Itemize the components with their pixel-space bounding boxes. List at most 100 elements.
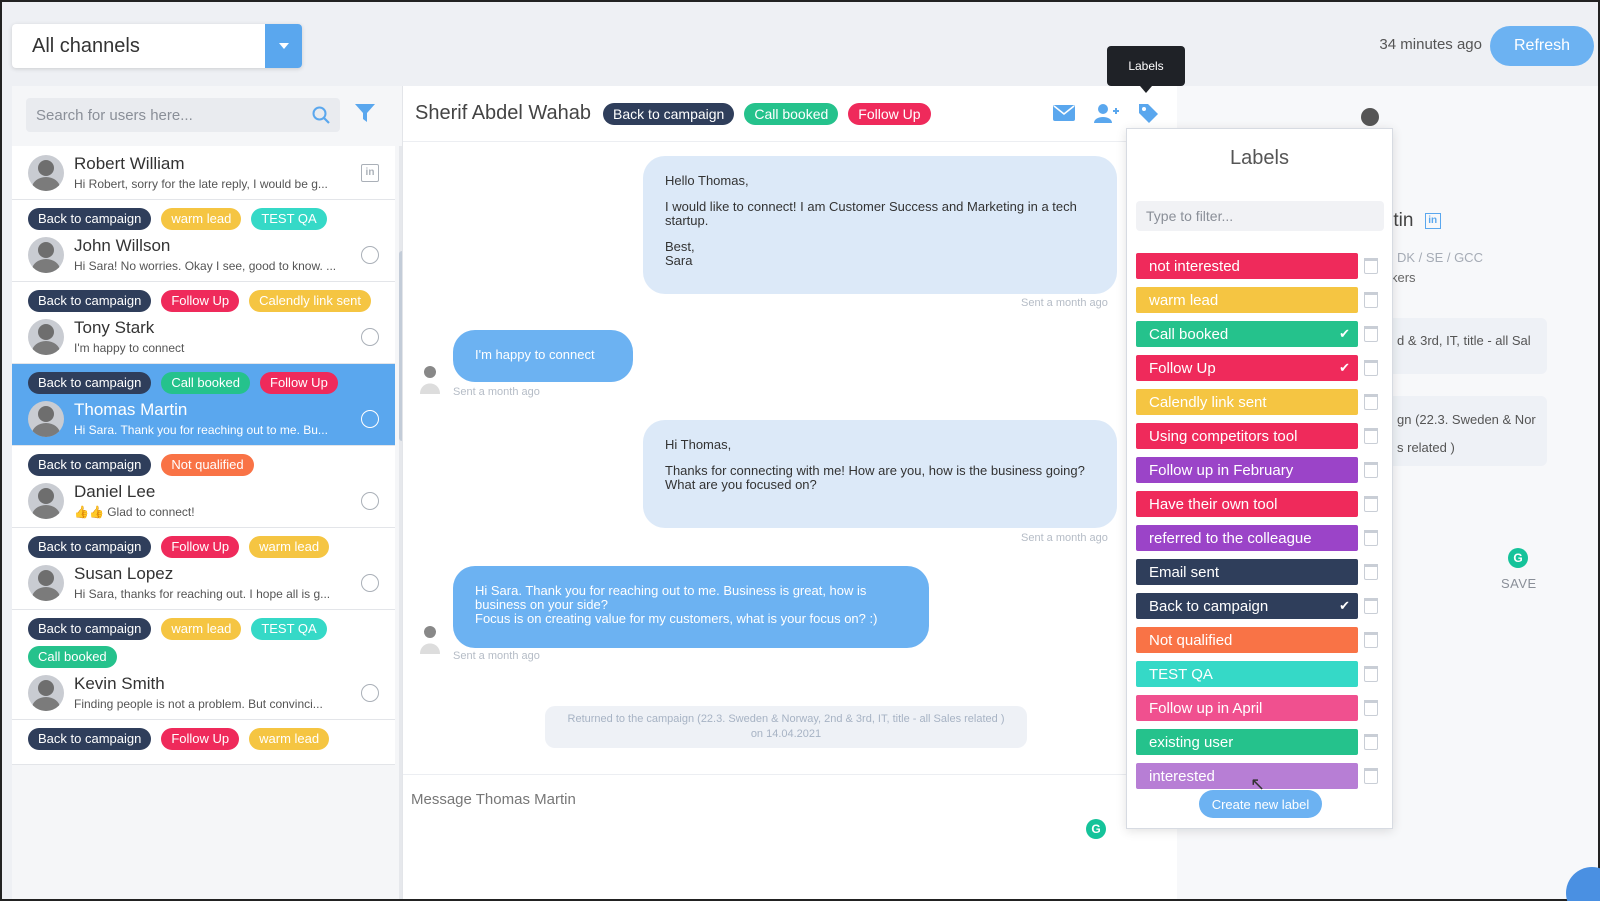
label-pill[interactable]: not interested: [1136, 253, 1358, 279]
label-pill[interactable]: TEST QA: [1136, 661, 1358, 687]
contact-item[interactable]: Back to campaign Follow Up warm lead: [12, 720, 395, 765]
label-name: Calendly link sent: [1149, 393, 1267, 411]
label-option[interactable]: Calendly link sent: [1136, 385, 1386, 419]
compass-icon[interactable]: [361, 327, 379, 346]
mail-icon[interactable]: [1053, 105, 1075, 121]
trash-icon[interactable]: [1364, 428, 1378, 444]
header-tag[interactable]: Back to campaign: [603, 102, 735, 125]
contact-tag: warm lead: [249, 728, 330, 750]
user-search-input[interactable]: [36, 106, 312, 124]
label-option[interactable]: not interested: [1136, 249, 1386, 283]
compass-icon[interactable]: [361, 409, 379, 428]
label-pill[interactable]: interested: [1136, 763, 1358, 789]
channel-select[interactable]: All channels: [12, 24, 302, 68]
tag-icon[interactable]: [1137, 102, 1159, 124]
save-button[interactable]: SAVE: [1501, 576, 1537, 591]
trash-icon[interactable]: [1364, 462, 1378, 478]
avatar: [28, 674, 64, 711]
label-list: not interested warm lead Call booked ✔ Follo…: [1136, 249, 1386, 793]
label-pill[interactable]: Not qualified: [1136, 627, 1358, 653]
label-option[interactable]: Follow up in April: [1136, 691, 1386, 725]
message-timestamp: Sent a month ago: [1021, 532, 1108, 544]
trash-icon[interactable]: [1364, 496, 1378, 512]
linkedin-icon[interactable]: in: [1424, 212, 1441, 229]
label-option[interactable]: Follow up in February: [1136, 453, 1386, 487]
user-search[interactable]: [26, 98, 340, 132]
trash-icon[interactable]: [1364, 700, 1378, 716]
contact-item[interactable]: Back to campaign warm lead TEST QA Call boo…: [12, 610, 395, 720]
refresh-button[interactable]: Refresh: [1490, 26, 1594, 66]
chat-widget-button[interactable]: [1566, 867, 1600, 901]
label-option[interactable]: Call booked ✔: [1136, 317, 1386, 351]
header-tag[interactable]: Call booked: [744, 102, 839, 125]
contact-tags: Back to campaign warm lead TEST QA Call boo…: [28, 618, 379, 668]
search-icon[interactable]: [312, 106, 330, 124]
contact-item[interactable]: Back to campaign Call booked Follow Up Thom…: [12, 364, 395, 446]
compass-icon[interactable]: [361, 491, 379, 510]
message-text: Hello Thomas,: [665, 173, 749, 188]
header-tag[interactable]: Follow Up: [848, 102, 931, 125]
channel-dropdown-button[interactable]: [265, 24, 302, 68]
contact-tag: Calendly link sent: [249, 290, 372, 312]
trash-icon[interactable]: [1364, 632, 1378, 648]
label-pill[interactable]: Email sent: [1136, 559, 1358, 585]
contact-item[interactable]: Back to campaign Not qualified Daniel Lee 👍…: [12, 446, 395, 528]
contact-name[interactable]: Sherif Abdel Wahab: [415, 102, 591, 125]
message-input[interactable]: [403, 775, 1177, 899]
label-option[interactable]: TEST QA: [1136, 657, 1386, 691]
label-option[interactable]: warm lead: [1136, 283, 1386, 317]
trash-icon[interactable]: [1364, 258, 1378, 274]
trash-icon[interactable]: [1364, 768, 1378, 784]
label-pill[interactable]: existing user: [1136, 729, 1358, 755]
label-option[interactable]: Have their own tool: [1136, 487, 1386, 521]
label-pill[interactable]: referred to the colleague: [1136, 525, 1358, 551]
label-option[interactable]: Follow Up ✔: [1136, 351, 1386, 385]
label-pill[interactable]: Using competitors tool: [1136, 423, 1358, 449]
compass-icon[interactable]: [361, 573, 379, 592]
label-option[interactable]: Not qualified: [1136, 623, 1386, 657]
contact-item[interactable]: Back to campaign Follow Up Calendly link s…: [12, 282, 395, 364]
contact-item[interactable]: Back to campaign Follow Up warm lead Susan …: [12, 528, 395, 610]
label-pill[interactable]: warm lead: [1136, 287, 1358, 313]
contact-preview: Hi Sara! No worries. Okay I see, good to…: [74, 259, 337, 273]
trash-icon[interactable]: [1364, 292, 1378, 308]
label-pill[interactable]: Call booked ✔: [1136, 321, 1358, 347]
trash-icon[interactable]: [1364, 326, 1378, 342]
label-option[interactable]: referred to the colleague: [1136, 521, 1386, 555]
trash-icon[interactable]: [1364, 394, 1378, 410]
label-pill[interactable]: Have their own tool: [1136, 491, 1358, 517]
contact-item[interactable]: Robert William Hi Robert, sorry for the l…: [12, 146, 395, 200]
label-pill[interactable]: Follow up in April: [1136, 695, 1358, 721]
contact-item[interactable]: Back to campaign warm lead TEST QA John Wil…: [12, 200, 395, 282]
trash-icon[interactable]: [1364, 598, 1378, 614]
contact-name: Thomas Martin: [74, 400, 188, 419]
contact-tag: Call booked: [28, 646, 117, 668]
linkedin-icon[interactable]: in: [361, 163, 379, 182]
label-option[interactable]: Back to campaign ✔: [1136, 589, 1386, 623]
label-option[interactable]: Email sent: [1136, 555, 1386, 589]
trash-icon[interactable]: [1364, 360, 1378, 376]
chevron-down-icon: [278, 43, 289, 49]
label-pill[interactable]: Follow Up ✔: [1136, 355, 1358, 381]
contact-tags: Back to campaign Follow Up warm lead: [28, 536, 379, 558]
filter-icon[interactable]: [354, 102, 376, 124]
label-option[interactable]: Using competitors tool: [1136, 419, 1386, 453]
grammarly-icon[interactable]: G: [1086, 819, 1106, 839]
label-option[interactable]: existing user: [1136, 725, 1386, 759]
label-pill[interactable]: Follow up in February: [1136, 457, 1358, 483]
contact-row: Daniel Lee 👍👍 Glad to connect!: [28, 482, 379, 519]
grammarly-icon[interactable]: G: [1508, 548, 1528, 568]
trash-icon[interactable]: [1364, 666, 1378, 682]
label-pill[interactable]: Calendly link sent: [1136, 389, 1358, 415]
message-composer[interactable]: G: [403, 774, 1177, 899]
trash-icon[interactable]: [1364, 564, 1378, 580]
compass-icon[interactable]: [361, 683, 379, 702]
contact-tag: Back to campaign: [28, 372, 152, 394]
avatar: [28, 482, 64, 519]
add-user-icon[interactable]: [1093, 103, 1119, 123]
compass-icon[interactable]: [361, 245, 379, 264]
labels-filter-input[interactable]: [1136, 201, 1384, 231]
label-pill[interactable]: Back to campaign ✔: [1136, 593, 1358, 619]
trash-icon[interactable]: [1364, 734, 1378, 750]
trash-icon[interactable]: [1364, 530, 1378, 546]
